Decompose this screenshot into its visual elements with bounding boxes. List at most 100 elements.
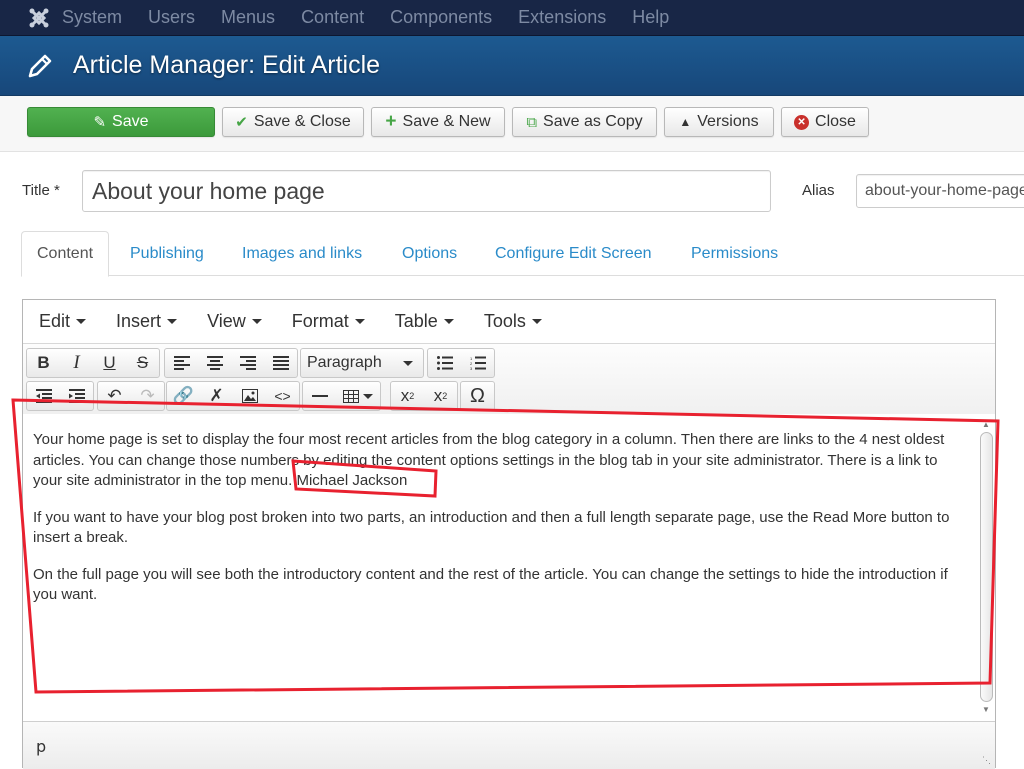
align-left-icon[interactable] [165, 349, 198, 377]
save-copy-button[interactable]: ⧉ Save as Copy [512, 107, 657, 137]
menu-insert[interactable]: Insert [116, 311, 178, 332]
scroll-down-icon[interactable]: ▼ [982, 705, 990, 714]
paragraph: On the full page you will see both the i… [33, 565, 948, 604]
menu-tools-label: Tools [483, 311, 526, 331]
editor-scrollbar[interactable]: ▲ ▼ [978, 418, 995, 720]
edit-icon: ✎ [93, 114, 107, 131]
menu-format[interactable]: Format [292, 311, 365, 332]
paragraph: Your home page is set to display the fou… [33, 431, 945, 489]
align-right-icon[interactable] [231, 349, 264, 377]
svg-text:3: 3 [470, 366, 473, 370]
menu-insert-label: Insert [116, 311, 162, 331]
tab-images-links[interactable]: Images and links [242, 231, 362, 276]
copy-icon: ⧉ [526, 113, 538, 131]
align-justify-icon[interactable] [264, 349, 297, 377]
history-group: ↶ ↷ [97, 381, 165, 411]
bullet-list-icon[interactable] [428, 349, 461, 377]
menu-table[interactable]: Table [395, 311, 454, 332]
numbered-list-icon[interactable]: 123 [461, 349, 494, 377]
scrollbar-thumb[interactable] [980, 432, 993, 702]
scroll-up-icon[interactable]: ▲ [982, 420, 990, 429]
nav-content[interactable]: Content [301, 7, 364, 28]
check-icon: ✔ [235, 114, 248, 131]
image-icon[interactable] [233, 382, 266, 410]
chevron-down-icon [354, 319, 365, 324]
editor-toolbar: B I U S Paragraph 123 ↶ ↷ 🔗 ✗ <> x 2 x 2… [23, 344, 995, 414]
code-icon[interactable]: <> [266, 382, 299, 410]
superscript-icon[interactable]: x2 [424, 382, 457, 410]
table-icon[interactable] [336, 382, 380, 410]
tab-content[interactable]: Content [21, 231, 110, 277]
close-button[interactable]: ✕ Close [781, 107, 869, 137]
editor-content-area[interactable]: Your home page is set to display the fou… [23, 414, 979, 720]
action-toolbar: ✎ Save ✔ Save & Close + Save & New ⧉ Sav… [0, 96, 1024, 152]
alias-input[interactable]: about-your-home-page [856, 174, 1024, 208]
undo-icon[interactable]: ↶ [98, 382, 131, 410]
page-title: Article Manager: Edit Article [73, 51, 381, 79]
italic-icon[interactable]: I [60, 349, 93, 377]
chevron-down-icon [76, 319, 87, 324]
alias-label: Alias [802, 182, 835, 199]
nav-components[interactable]: Components [390, 7, 492, 28]
element-path[interactable]: p [36, 737, 46, 756]
archive-icon: ▲ [679, 115, 692, 129]
special-char-group: Ω [460, 381, 495, 411]
rich-text-editor: Edit Insert View Format Table Tools B I … [22, 299, 996, 769]
omega-icon[interactable]: Ω [461, 382, 494, 410]
tab-options[interactable]: Options [402, 231, 457, 276]
chevron-down-icon [443, 319, 454, 324]
save-new-button[interactable]: + Save & New [371, 107, 505, 137]
unlink-icon[interactable]: ✗ [200, 382, 233, 410]
tab-configure-edit-screen[interactable]: Configure Edit Screen [495, 231, 652, 276]
editor-statusbar: p ⋱ [23, 721, 995, 769]
menu-table-label: Table [394, 311, 438, 331]
menu-edit-label: Edit [39, 311, 71, 331]
page-header: Article Manager: Edit Article [0, 36, 1024, 96]
insert-group: 🔗 ✗ <> [166, 381, 300, 411]
menu-tools[interactable]: Tools [484, 311, 542, 332]
save-button[interactable]: ✎ Save [27, 107, 215, 137]
block-format-select[interactable]: Paragraph [301, 349, 423, 377]
tab-publishing[interactable]: Publishing [130, 231, 204, 276]
bold-icon[interactable]: B [27, 349, 60, 377]
nav-help[interactable]: Help [632, 7, 669, 28]
strikethrough-icon[interactable]: S [126, 349, 159, 377]
redo-icon[interactable]: ↷ [131, 382, 164, 410]
nav-extensions[interactable]: Extensions [518, 7, 606, 28]
alignment-group [164, 348, 298, 378]
versions-button[interactable]: ▲ Versions [664, 107, 774, 137]
title-input[interactable]: About your home page [82, 170, 771, 212]
menu-view-label: View [207, 311, 246, 331]
chevron-down-icon [403, 360, 413, 366]
indent-group [26, 381, 94, 411]
save-close-label: Save & Close [253, 113, 351, 130]
chevron-down-icon [363, 393, 373, 399]
format-select-group: Paragraph [300, 348, 424, 378]
text-style-group: B I U S [26, 348, 160, 378]
horizontal-rule-icon[interactable] [303, 382, 336, 410]
hr-table-group [302, 381, 381, 411]
chevron-down-icon [531, 319, 542, 324]
block-format-value: Paragraph [307, 354, 382, 371]
chevron-down-icon [167, 319, 178, 324]
align-center-icon[interactable] [198, 349, 231, 377]
resize-handle-icon[interactable]: ⋱ [982, 755, 991, 766]
menu-view[interactable]: View [207, 311, 262, 332]
nav-system[interactable]: System [62, 7, 122, 28]
joomla-logo-icon[interactable] [26, 5, 52, 31]
nav-menus[interactable]: Menus [221, 7, 275, 28]
indent-icon[interactable] [60, 382, 93, 410]
tab-permissions[interactable]: Permissions [691, 231, 778, 276]
underline-icon[interactable]: U [93, 349, 126, 377]
save-close-button[interactable]: ✔ Save & Close [222, 107, 364, 137]
menu-edit[interactable]: Edit [39, 311, 87, 332]
script-group: x2 x2 [390, 381, 458, 411]
save-copy-label: Save as Copy [543, 113, 643, 130]
subscript-icon[interactable]: x2 [391, 382, 424, 410]
edit-tabs: Content Publishing Images and links Opti… [21, 231, 1024, 277]
save-label: Save [112, 113, 149, 130]
title-label: Title * [22, 182, 60, 199]
nav-users[interactable]: Users [148, 7, 195, 28]
link-icon[interactable]: 🔗 [167, 382, 200, 410]
outdent-icon[interactable] [27, 382, 60, 410]
